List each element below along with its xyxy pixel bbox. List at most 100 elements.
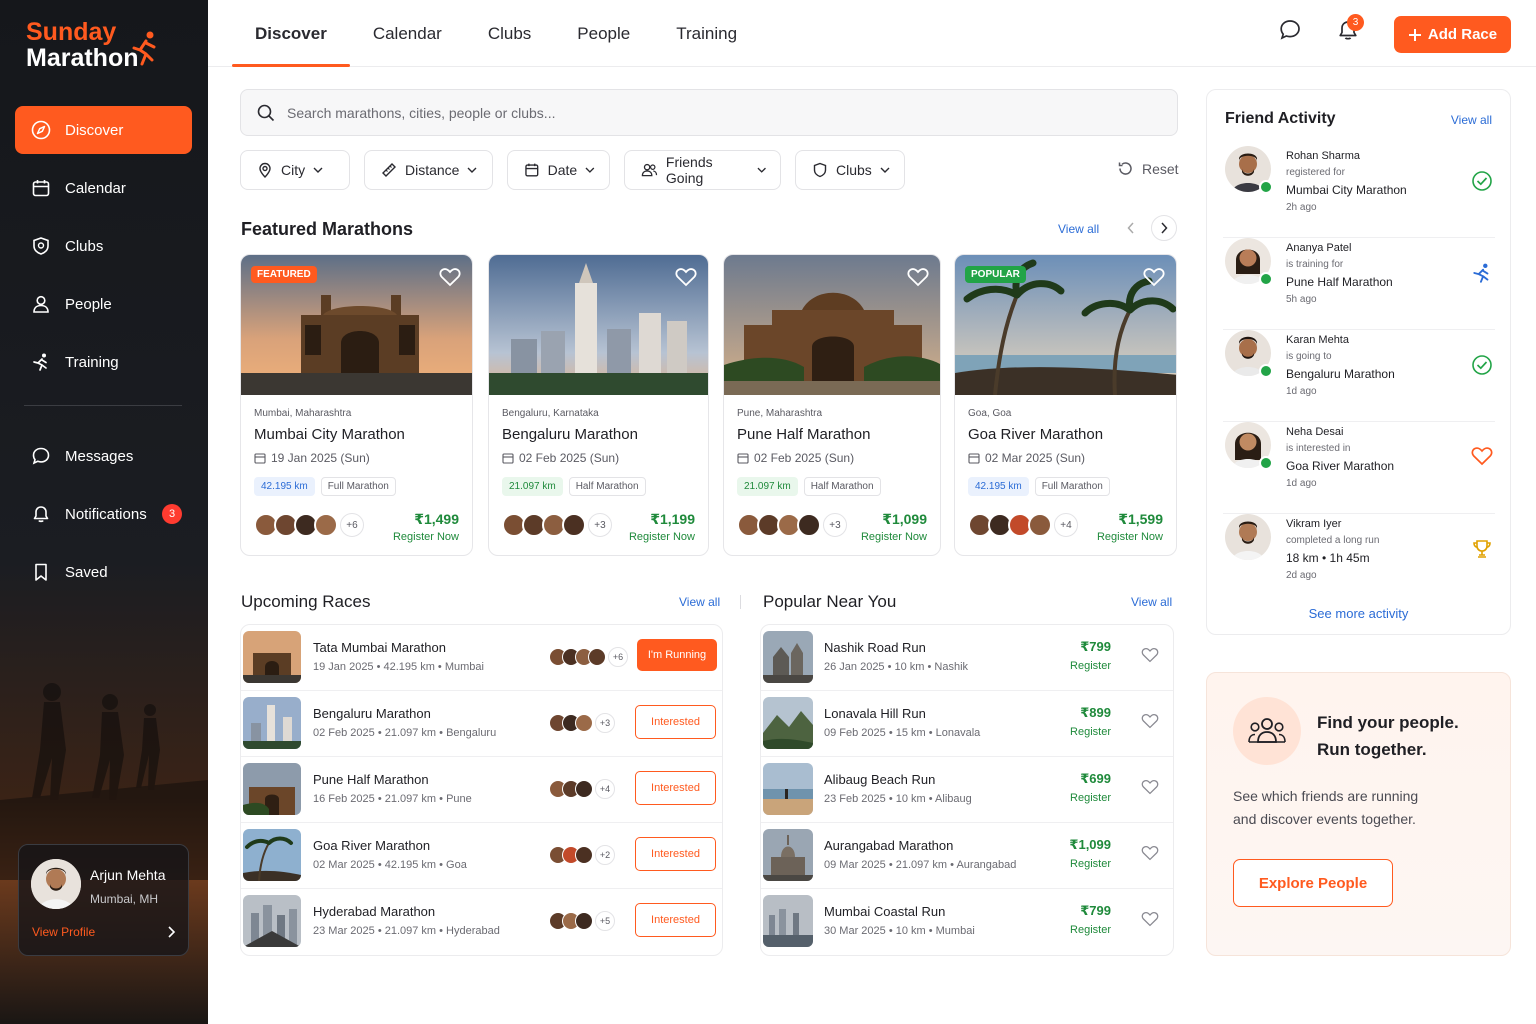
upcoming-title: Upcoming Races bbox=[241, 592, 371, 611]
add-race-button[interactable]: Add Race bbox=[1394, 16, 1511, 53]
list-item[interactable]: Lonavala Hill Run 09 Feb 2025 • 15 km • … bbox=[761, 691, 1173, 757]
calendar-icon bbox=[31, 178, 51, 198]
heart-icon[interactable] bbox=[1141, 779, 1159, 795]
sidebar-item-calendar[interactable]: Calendar bbox=[15, 164, 192, 212]
interested-button[interactable]: Interested bbox=[635, 903, 716, 937]
list-item[interactable]: Pune Half Marathon 16 Feb 2025 • 21.097 … bbox=[241, 757, 722, 823]
notifications-bell[interactable]: 3 bbox=[1336, 14, 1364, 42]
tab-people[interactable]: People bbox=[554, 0, 653, 67]
sidebar-item-label: Discover bbox=[65, 121, 124, 139]
search-bar[interactable] bbox=[240, 89, 1178, 136]
calendar-icon bbox=[968, 453, 980, 464]
register-now-link[interactable]: Register Now bbox=[1097, 531, 1163, 543]
card-date: 02 Mar 2025 (Sun) bbox=[968, 451, 1085, 465]
type-chip: Half Marathon bbox=[568, 477, 646, 496]
register-link[interactable]: Register bbox=[1070, 858, 1111, 870]
race-thumbnail bbox=[243, 631, 301, 683]
heart-icon[interactable] bbox=[1141, 911, 1159, 927]
filter-date[interactable]: Date bbox=[507, 150, 610, 190]
activity-item[interactable]: Vikram Iyer completed a long run 18 km •… bbox=[1223, 514, 1495, 606]
list-item[interactable]: Aurangabad Marathon 09 Mar 2025 • 21.097… bbox=[761, 823, 1173, 889]
app-logo[interactable]: Sunday Marathon bbox=[26, 20, 156, 71]
more-friends-count: +3 bbox=[595, 713, 615, 733]
register-now-link[interactable]: Register Now bbox=[861, 531, 927, 543]
trophy-icon bbox=[1473, 540, 1491, 558]
marathon-card[interactable]: POPULAR Goa, Goa Goa River Marathon 02 M… bbox=[954, 254, 1177, 556]
interested-button[interactable]: Interested bbox=[635, 705, 716, 739]
sidebar-item-discover[interactable]: Discover bbox=[15, 106, 192, 154]
interested-button[interactable]: Interested bbox=[635, 837, 716, 871]
map-pin-icon bbox=[259, 162, 271, 178]
view-profile-link[interactable]: View Profile bbox=[32, 925, 95, 939]
list-item[interactable]: Mumbai Coastal Run 30 Mar 2025 • 10 km •… bbox=[761, 889, 1173, 955]
heart-icon[interactable] bbox=[1143, 267, 1165, 287]
register-now-link[interactable]: Register Now bbox=[393, 531, 459, 543]
marathon-card[interactable]: Bengaluru, Karnataka Bengaluru Marathon … bbox=[488, 254, 709, 556]
top-icons: 3 bbox=[1278, 14, 1364, 42]
interested-button[interactable]: Interested bbox=[635, 771, 716, 805]
sidebar-item-notifications[interactable]: Notifications 3 bbox=[15, 490, 192, 538]
marathon-card[interactable]: FEATURED Mumbai, Maharashtra Mumbai City… bbox=[240, 254, 473, 556]
runner-icon bbox=[31, 352, 51, 372]
chevron-left-icon bbox=[1127, 222, 1134, 234]
race-name: Nashik Road Run bbox=[824, 640, 926, 655]
list-item[interactable]: Hyderabad Marathon 23 Mar 2025 • 21.097 … bbox=[241, 889, 722, 955]
heart-icon[interactable] bbox=[1141, 845, 1159, 861]
popular-view-all-link[interactable]: View all bbox=[1131, 595, 1172, 609]
heart-icon[interactable] bbox=[907, 267, 929, 287]
see-more-activity-link[interactable]: See more activity bbox=[1207, 606, 1510, 621]
list-item[interactable]: Alibaug Beach Run 23 Feb 2025 • 10 km • … bbox=[761, 757, 1173, 823]
list-item[interactable]: Goa River Marathon 02 Mar 2025 • 42.195 … bbox=[241, 823, 722, 889]
profile-card[interactable]: Arjun Mehta Mumbai, MH View Profile bbox=[18, 844, 189, 956]
activity-item[interactable]: Rohan Sharma registered for Mumbai City … bbox=[1223, 146, 1495, 238]
activity-user: Karan Mehta bbox=[1286, 334, 1349, 346]
sidebar-item-messages[interactable]: Messages bbox=[15, 432, 192, 480]
heart-icon[interactable] bbox=[1141, 713, 1159, 729]
heart-icon[interactable] bbox=[675, 267, 697, 287]
im-running-button[interactable]: I'm Running bbox=[637, 639, 717, 671]
activity-time: 5h ago bbox=[1286, 294, 1317, 305]
sidebar-item-saved[interactable]: Saved bbox=[15, 548, 192, 596]
tab-discover[interactable]: Discover bbox=[232, 0, 350, 67]
register-link[interactable]: Register bbox=[1070, 660, 1111, 672]
register-link[interactable]: Register bbox=[1070, 726, 1111, 738]
carousel-next-button[interactable] bbox=[1151, 215, 1177, 241]
chat-icon[interactable] bbox=[1278, 18, 1302, 42]
sidebar-item-training[interactable]: Training bbox=[15, 338, 192, 386]
filter-friends-going[interactable]: Friends Going bbox=[624, 150, 781, 190]
pune-fort-image bbox=[724, 255, 940, 395]
bookmark-icon bbox=[31, 562, 51, 582]
reset-filters-button[interactable]: Reset bbox=[1117, 160, 1179, 177]
marathon-card[interactable]: Pune, Maharashtra Pune Half Marathon 02 … bbox=[723, 254, 941, 556]
list-item[interactable]: Nashik Road Run 26 Jan 2025 • 10 km • Na… bbox=[761, 625, 1173, 691]
heart-icon[interactable] bbox=[1141, 647, 1159, 663]
register-now-link[interactable]: Register Now bbox=[629, 531, 695, 543]
race-thumbnail bbox=[763, 697, 813, 749]
list-item[interactable]: Tata Mumbai Marathon 19 Jan 2025 • 42.19… bbox=[241, 625, 722, 691]
featured-view-all-link[interactable]: View all bbox=[1058, 222, 1099, 236]
activity-verb: registered for bbox=[1286, 167, 1345, 178]
activity-view-all-link[interactable]: View all bbox=[1451, 113, 1492, 127]
search-input[interactable] bbox=[287, 104, 1147, 121]
race-meta: 23 Feb 2025 • 10 km • Alibaug bbox=[824, 793, 972, 805]
list-item[interactable]: Bengaluru Marathon 02 Feb 2025 • 21.097 … bbox=[241, 691, 722, 757]
heart-icon[interactable] bbox=[439, 267, 461, 287]
activity-item[interactable]: Karan Mehta is going to Bengaluru Marath… bbox=[1223, 330, 1495, 422]
tab-clubs[interactable]: Clubs bbox=[465, 0, 554, 67]
filter-city[interactable]: City bbox=[240, 150, 350, 190]
upcoming-view-all-link[interactable]: View all bbox=[679, 595, 720, 609]
carousel-prev-button[interactable] bbox=[1118, 215, 1144, 241]
activity-item[interactable]: Ananya Patel is training for Pune Half M… bbox=[1223, 238, 1495, 330]
tab-calendar[interactable]: Calendar bbox=[350, 0, 465, 67]
register-link[interactable]: Register bbox=[1070, 924, 1111, 936]
activity-item[interactable]: Neha Desai is interested in Goa River Ma… bbox=[1223, 422, 1495, 514]
tab-training[interactable]: Training bbox=[653, 0, 760, 67]
filter-distance[interactable]: Distance bbox=[364, 150, 493, 190]
explore-people-button[interactable]: Explore People bbox=[1233, 859, 1393, 907]
sidebar-item-clubs[interactable]: Clubs bbox=[15, 222, 192, 270]
race-thumbnail bbox=[763, 895, 813, 947]
filter-clubs[interactable]: Clubs bbox=[795, 150, 905, 190]
card-location: Pune, Maharashtra bbox=[737, 408, 823, 419]
register-link[interactable]: Register bbox=[1070, 792, 1111, 804]
sidebar-item-people[interactable]: People bbox=[15, 280, 192, 328]
